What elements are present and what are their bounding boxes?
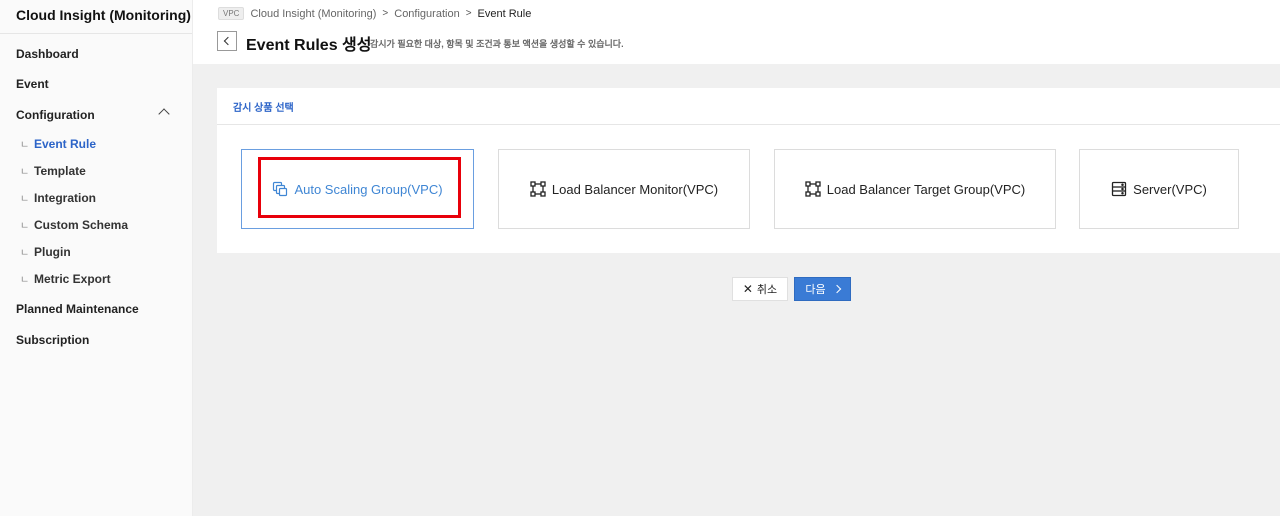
- product-label: Load Balancer Target Group(VPC): [826, 181, 1026, 197]
- nav-integration[interactable]: ㄴ Integration: [20, 190, 96, 206]
- sub-bullet: ㄴ: [20, 167, 30, 178]
- sub-bullet: ㄴ: [20, 140, 30, 151]
- nav-metric-export[interactable]: ㄴ Metric Export: [20, 271, 111, 287]
- product-card-server[interactable]: Server(VPC): [1079, 149, 1239, 229]
- panel-heading: 감시 상품 선택: [217, 88, 1280, 125]
- next-label: 다음: [805, 284, 826, 296]
- product-card-load-balancer-target-group[interactable]: Load Balancer Target Group(VPC): [774, 149, 1056, 229]
- page-title: Event Rules 생성: [246, 37, 372, 54]
- chevron-right-icon: [832, 284, 841, 294]
- target-group-icon: [805, 181, 821, 197]
- product-card-load-balancer-monitor[interactable]: Load Balancer Monitor(VPC): [498, 149, 750, 229]
- sub-bullet: ㄴ: [20, 194, 30, 205]
- product-card-auto-scaling[interactable]: Auto Scaling Group(VPC): [241, 149, 474, 229]
- nav-template[interactable]: ㄴ Template: [20, 163, 86, 179]
- cancel-label: 취소: [756, 284, 778, 296]
- app-title: Cloud Insight (Monitoring): [0, 0, 192, 34]
- sidebar: Cloud Insight (Monitoring) Dashboard Eve…: [0, 0, 193, 516]
- server-icon: [1111, 181, 1127, 197]
- breadcrumb-item[interactable]: Configuration: [394, 8, 459, 20]
- nav-plugin[interactable]: ㄴ Plugin: [20, 244, 71, 260]
- nav-configuration[interactable]: Configuration: [16, 108, 95, 122]
- sub-bullet: ㄴ: [20, 248, 30, 259]
- nav-planned-maintenance[interactable]: Planned Maintenance: [16, 302, 139, 316]
- breadcrumb-current: Event Rule: [477, 7, 532, 20]
- product-select-panel: 감시 상품 선택 Auto Scaling Group(VPC) Load Ba…: [217, 88, 1280, 253]
- nav-plugin-label: Plugin: [34, 244, 71, 259]
- chevron-right-icon: >: [465, 8, 472, 19]
- nav-event-rule[interactable]: ㄴ Event Rule: [20, 136, 97, 152]
- breadcrumb: VPC Cloud Insight (Monitoring) > Configu…: [218, 7, 531, 20]
- vpc-badge: VPC: [218, 7, 245, 20]
- page-header: VPC Cloud Insight (Monitoring) > Configu…: [193, 0, 1280, 64]
- product-label: Auto Scaling Group(VPC): [294, 181, 443, 197]
- nav-integration-label: Integration: [34, 190, 96, 205]
- page-description: 감시가 필요한 대상, 항목 및 조건과 통보 액션을 생성할 수 있습니다.: [370, 39, 624, 49]
- chevron-left-icon: [223, 36, 233, 46]
- nav-subscription[interactable]: Subscription: [16, 333, 89, 347]
- nav-event[interactable]: Event: [16, 77, 49, 91]
- nav-dashboard[interactable]: Dashboard: [16, 47, 79, 61]
- nav-custom-schema-label: Custom Schema: [34, 217, 129, 232]
- breadcrumb-item[interactable]: Cloud Insight (Monitoring): [250, 8, 376, 20]
- nav-event-rule-label: Event Rule: [34, 136, 97, 151]
- nav-metric-export-label: Metric Export: [34, 271, 111, 286]
- cancel-button[interactable]: ✕ 취소: [732, 277, 788, 301]
- chevron-up-icon[interactable]: [158, 108, 170, 120]
- product-label: Server(VPC): [1133, 181, 1207, 197]
- product-label: Load Balancer Monitor(VPC): [551, 181, 719, 197]
- close-icon: ✕: [742, 282, 753, 296]
- sub-bullet: ㄴ: [20, 275, 30, 286]
- next-button[interactable]: 다음: [794, 277, 851, 301]
- sub-bullet: ㄴ: [20, 221, 30, 232]
- chevron-right-icon: >: [382, 8, 389, 19]
- load-balancer-icon: [530, 181, 546, 197]
- back-button[interactable]: [217, 31, 237, 51]
- auto-scaling-icon: [272, 181, 288, 197]
- nav-custom-schema[interactable]: ㄴ Custom Schema: [20, 217, 129, 233]
- nav-template-label: Template: [34, 163, 86, 178]
